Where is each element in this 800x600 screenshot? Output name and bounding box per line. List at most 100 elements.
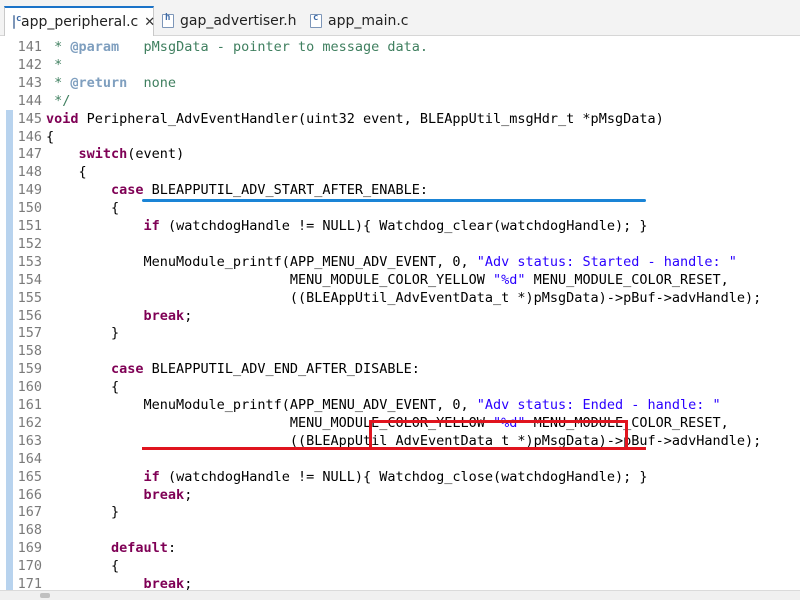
code-text: */ bbox=[46, 92, 71, 109]
line-number: 160 bbox=[17, 379, 42, 396]
code-text: { bbox=[46, 200, 120, 217]
line-number: 167 bbox=[17, 504, 42, 521]
code-line: 159 case BLEAPPUTIL_ADV_END_AFTER_DISABL… bbox=[0, 360, 800, 379]
line-number: 158 bbox=[17, 343, 42, 360]
code-text: MenuModule_printf(APP_MENU_ADV_EVENT, 0,… bbox=[46, 253, 737, 270]
line-number: 169 bbox=[17, 540, 42, 557]
code-line: 141 * @param pMsgData - pointer to messa… bbox=[0, 38, 800, 56]
code-line: 142 * bbox=[0, 56, 800, 74]
code-line: 168 bbox=[0, 521, 800, 540]
line-number: 154 bbox=[17, 271, 42, 288]
line-number: 150 bbox=[17, 200, 42, 217]
code-line: 145 void Peripheral_AdvEventHandler(uint3… bbox=[0, 109, 800, 128]
code-line: 165 if (watchdogHandle != NULL){ Watchdo… bbox=[0, 467, 800, 486]
code-line: 152 bbox=[0, 234, 800, 253]
line-number: 171 bbox=[17, 576, 42, 590]
code-line: 153 MenuModule_printf(APP_MENU_ADV_EVENT… bbox=[0, 252, 800, 271]
c-file-icon bbox=[310, 13, 322, 28]
line-number: 155 bbox=[17, 289, 42, 306]
tab-gap-advertiser[interactable]: gap_advertiser.h bbox=[158, 6, 308, 36]
line-number: 144 bbox=[17, 92, 42, 109]
line-number: 151 bbox=[17, 218, 42, 234]
line-number: 164 bbox=[17, 450, 42, 467]
code-text: ((BLEAppUtil_AdvEventData_t *)pMsgData)-… bbox=[46, 289, 762, 306]
line-number: 168 bbox=[17, 522, 42, 539]
code-text: default: bbox=[111, 540, 177, 557]
line-number: 148 bbox=[17, 164, 42, 181]
code-text: MenuModule_printf(APP_MENU_ADV_EVENT, 0,… bbox=[46, 397, 721, 413]
code-text: break; bbox=[143, 486, 193, 503]
code-line: 166 break; bbox=[0, 485, 800, 504]
code-line: 149 case BLEAPPUTIL_ADV_START_AFTER_ENAB… bbox=[0, 181, 800, 200]
editor-tab-bar: app_peripheral.c ✕ gap_advertiser.h app_… bbox=[0, 0, 800, 36]
code-text: case BLEAPPUTIL_ADV_END_AFTER_DISABLE: bbox=[111, 361, 420, 378]
line-number: 149 bbox=[17, 182, 42, 199]
blue-underline-annotation bbox=[142, 199, 646, 202]
line-number: 163 bbox=[17, 432, 42, 449]
code-line: 164 bbox=[0, 449, 800, 468]
line-number: 153 bbox=[17, 253, 42, 270]
line-number: 156 bbox=[17, 307, 42, 324]
line-number: 159 bbox=[17, 361, 42, 378]
code-line: 146{ bbox=[0, 127, 800, 146]
code-line: 143 * @return none bbox=[0, 74, 800, 92]
code-text: { bbox=[46, 558, 120, 575]
line-number: 161 bbox=[17, 397, 42, 413]
code-text: if (watchdogHandle != NULL){ Watchdog_cl… bbox=[143, 468, 648, 485]
code-text: break; bbox=[143, 576, 193, 590]
line-number: 162 bbox=[17, 414, 42, 431]
tab-app-main[interactable]: app_main.c bbox=[306, 6, 426, 36]
code-text: void Peripheral_AdvEventHandler(uint32 e… bbox=[46, 110, 664, 127]
code-text: { bbox=[46, 164, 87, 181]
code-text: * bbox=[46, 56, 63, 73]
code-editor[interactable]: 141 * @param pMsgData - pointer to messa… bbox=[0, 37, 800, 590]
code-line: 148 { bbox=[0, 163, 800, 182]
code-line: 171 break; bbox=[0, 575, 800, 590]
code-text: * @param pMsgData - pointer to message d… bbox=[46, 39, 429, 55]
code-text: } bbox=[46, 504, 120, 521]
code-line: 154 MENU_MODULE_COLOR_YELLOW "%d" MENU_M… bbox=[0, 270, 800, 289]
code-line: 161 MenuModule_printf(APP_MENU_ADV_EVENT… bbox=[0, 396, 800, 414]
code-text: * @return none bbox=[46, 74, 177, 91]
code-line: 160 { bbox=[0, 378, 800, 397]
tab-app-peripheral[interactable]: app_peripheral.c ✕ bbox=[4, 6, 155, 36]
line-number: 147 bbox=[17, 146, 42, 163]
code-line: 169 default: bbox=[0, 539, 800, 558]
code-text: { bbox=[46, 128, 55, 145]
line-number: 146 bbox=[17, 128, 42, 145]
line-number: 143 bbox=[17, 74, 42, 91]
h-file-icon bbox=[162, 13, 174, 28]
tab-label: app_peripheral.c bbox=[21, 14, 139, 30]
scrollbar-thumb[interactable] bbox=[40, 593, 50, 598]
code-text: switch(event) bbox=[78, 146, 185, 163]
line-number: 142 bbox=[17, 56, 42, 73]
line-number: 165 bbox=[17, 468, 42, 485]
line-number: 145 bbox=[17, 110, 42, 127]
line-number: 166 bbox=[17, 486, 42, 503]
horizontal-scrollbar[interactable] bbox=[0, 590, 800, 600]
code-line: 151 if (watchdogHandle != NULL){ Watchdo… bbox=[0, 217, 800, 235]
code-line: 167 } bbox=[0, 503, 800, 522]
code-text: MENU_MODULE_COLOR_YELLOW "%d" MENU_MODUL… bbox=[46, 271, 729, 288]
line-number: 152 bbox=[17, 235, 42, 252]
tab-label: app_main.c bbox=[328, 13, 409, 29]
code-text: if (watchdogHandle != NULL){ Watchdog_cl… bbox=[143, 218, 648, 234]
close-icon[interactable]: ✕ bbox=[144, 15, 155, 30]
code-line: 147 switch(event) bbox=[0, 145, 800, 164]
code-text: break; bbox=[143, 307, 193, 324]
code-text: case BLEAPPUTIL_ADV_START_AFTER_ENABLE: bbox=[111, 182, 429, 199]
tab-label: gap_advertiser.h bbox=[180, 13, 297, 29]
code-line: 156 break; bbox=[0, 306, 800, 325]
code-line: 155 ((BLEAppUtil_AdvEventData_t *)pMsgDa… bbox=[0, 288, 800, 307]
red-box-annotation bbox=[369, 420, 628, 450]
code-line: 157 } bbox=[0, 324, 800, 343]
line-number: 170 bbox=[17, 558, 42, 575]
c-file-icon bbox=[13, 14, 21, 29]
code-text: } bbox=[46, 325, 120, 342]
code-line: 170 { bbox=[0, 557, 800, 576]
code-line: 144 */ bbox=[0, 92, 800, 110]
code-line: 158 bbox=[0, 342, 800, 361]
line-number: 157 bbox=[17, 325, 42, 342]
code-text: { bbox=[46, 379, 120, 396]
line-number: 141 bbox=[17, 39, 42, 55]
